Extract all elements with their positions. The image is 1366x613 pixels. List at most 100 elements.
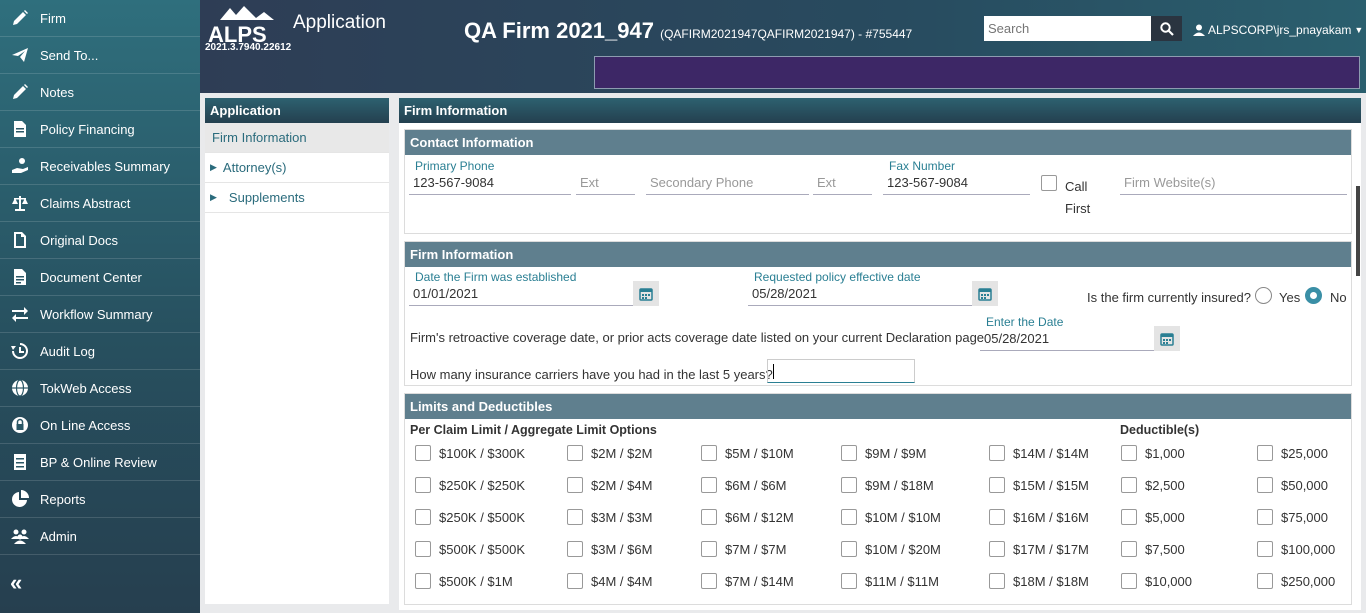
limit-checkbox[interactable] (567, 509, 583, 525)
nav-supplements-label: Supplements (228, 190, 305, 205)
limit-option-label: $250K / $500K (439, 510, 526, 525)
limit-checkbox[interactable] (415, 573, 431, 589)
version-label: 2021.3.7940.22612 (205, 42, 292, 53)
sidebar-item-receivables-summary[interactable]: Receivables Summary (0, 148, 200, 185)
caret-right-icon: ▶ (210, 162, 217, 172)
limit-checkbox[interactable] (841, 477, 857, 493)
limit-checkbox[interactable] (989, 477, 1005, 493)
limit-option-label: $2M / $2M (591, 446, 653, 461)
nav-attorneys-label: Attorney(s) (222, 160, 287, 175)
limit-checkbox[interactable] (841, 445, 857, 461)
nav-attorneys[interactable]: ▶ Attorney(s) (205, 153, 389, 183)
limit-checkbox[interactable] (841, 509, 857, 525)
alps-logo: ALPS (208, 6, 274, 44)
limit-checkbox[interactable] (567, 541, 583, 557)
globe-icon (10, 378, 30, 398)
deductible-checkbox[interactable] (1121, 477, 1137, 493)
file-text-icon (10, 267, 30, 287)
sidebar-item-firm[interactable]: Firm (0, 0, 200, 37)
limit-checkbox[interactable] (701, 541, 717, 557)
sidebar-item-send-to[interactable]: Send To... (0, 37, 200, 74)
app-title: Application (293, 12, 386, 33)
limit-checkbox[interactable] (841, 573, 857, 589)
limit-checkbox[interactable] (701, 509, 717, 525)
user-name: ALPSCORP\jrs_pnayakam (1208, 23, 1352, 37)
limit-checkbox[interactable] (567, 573, 583, 589)
deductible-checkbox[interactable] (1257, 573, 1273, 589)
user-menu[interactable]: ALPSCORP\jrs_pnayakam ▼ (1193, 23, 1363, 37)
limit-option-label: $2M / $4M (591, 478, 653, 493)
deductible-checkbox[interactable] (1257, 445, 1273, 461)
limit-checkbox[interactable] (701, 477, 717, 493)
sidebar-item-original-docs[interactable]: Original Docs (0, 222, 200, 259)
deductible-checkbox[interactable] (1121, 573, 1137, 589)
sidebar-item-workflow-summary[interactable]: Workflow Summary (0, 296, 200, 333)
established-date-field[interactable]: 01/01/2021 (409, 282, 633, 306)
search-button[interactable] (1151, 16, 1182, 41)
sidebar-item-reports[interactable]: Reports (0, 481, 200, 518)
retro-calendar-button[interactable] (1154, 326, 1180, 351)
sidebar-item-audit-log[interactable]: Audit Log (0, 333, 200, 370)
sidebar-item-policy-financing[interactable]: Policy Financing (0, 111, 200, 148)
sidebar-item-tokweb-access[interactable]: TokWeb Access (0, 370, 200, 407)
deductible-checkbox[interactable] (1257, 541, 1273, 557)
deductible-option-label: $250,000 (1281, 574, 1336, 589)
limit-checkbox[interactable] (841, 541, 857, 557)
limit-checkbox[interactable] (701, 445, 717, 461)
deductible-checkbox[interactable] (1121, 541, 1137, 557)
secondary-ext-field[interactable]: Ext (813, 171, 872, 195)
limit-option-label: $10M / $10M (865, 510, 941, 525)
carriers-input[interactable] (767, 359, 915, 383)
limit-checkbox[interactable] (989, 509, 1005, 525)
call-first-checkbox[interactable] (1041, 175, 1057, 191)
limit-checkbox[interactable] (701, 573, 717, 589)
limit-option-label: $5M / $10M (725, 446, 794, 461)
established-calendar-button[interactable] (633, 281, 659, 306)
limit-checkbox[interactable] (989, 541, 1005, 557)
sidebar-item-admin[interactable]: Admin (0, 518, 200, 555)
sidebar-item-claims-abstract[interactable]: Claims Abstract (0, 185, 200, 222)
search-input[interactable] (984, 16, 1151, 41)
firm-website-field[interactable]: Firm Website(s) (1120, 171, 1347, 195)
insured-no-radio[interactable] (1305, 287, 1322, 304)
limit-checkbox[interactable] (989, 445, 1005, 461)
sidebar-item-notes[interactable]: Notes (0, 74, 200, 111)
sidebar-item-bp-online-review[interactable]: BP & Online Review (0, 444, 200, 481)
sidebar-item-on-line-access[interactable]: On Line Access (0, 407, 200, 444)
lock-icon (10, 415, 30, 435)
main-scrollbar-thumb[interactable] (1356, 186, 1360, 276)
limit-checkbox[interactable] (415, 477, 431, 493)
deductible-checkbox[interactable] (1257, 477, 1273, 493)
fax-field[interactable]: 123-567-9084 (883, 171, 1030, 195)
limit-option-label: $7M / $14M (725, 574, 794, 589)
effective-calendar-button[interactable] (972, 281, 998, 306)
sidebar-item-label: Reports (40, 491, 86, 507)
secondary-phone-field[interactable]: Secondary Phone (646, 171, 809, 195)
sidebar-item-document-center[interactable]: Document Center (0, 259, 200, 296)
limit-option-label: $3M / $3M (591, 510, 653, 525)
firm-information-section: Firm Information Date the Firm was estab… (404, 241, 1352, 386)
limit-checkbox[interactable] (415, 445, 431, 461)
list-doc-icon (10, 452, 30, 472)
limit-checkbox[interactable] (567, 477, 583, 493)
deductible-checkbox[interactable] (1121, 509, 1137, 525)
effective-date-field[interactable]: 05/28/2021 (748, 282, 972, 306)
collapse-sidebar-button[interactable]: « (10, 570, 22, 596)
limit-checkbox[interactable] (415, 509, 431, 525)
primary-ext-field[interactable]: Ext (576, 171, 635, 195)
deductible-checkbox[interactable] (1257, 509, 1273, 525)
retro-date-field[interactable]: 05/28/2021 (980, 327, 1154, 351)
limit-checkbox[interactable] (989, 573, 1005, 589)
insured-yes-radio[interactable] (1255, 287, 1272, 304)
primary-phone-field[interactable]: 123-567-9084 (409, 171, 571, 195)
nav-supplements[interactable]: ▶ Supplements (205, 183, 389, 213)
limit-option-label: $500K / $1M (439, 574, 513, 589)
firm-information-header: Firm Information (405, 242, 1351, 267)
deductible-checkbox[interactable] (1121, 445, 1137, 461)
user-icon (1193, 24, 1205, 36)
nav-firm-information[interactable]: Firm Information (205, 123, 389, 153)
limit-option-label: $9M / $9M (865, 446, 927, 461)
deductible-option-label: $1,000 (1145, 446, 1185, 461)
limit-checkbox[interactable] (415, 541, 431, 557)
limit-checkbox[interactable] (567, 445, 583, 461)
